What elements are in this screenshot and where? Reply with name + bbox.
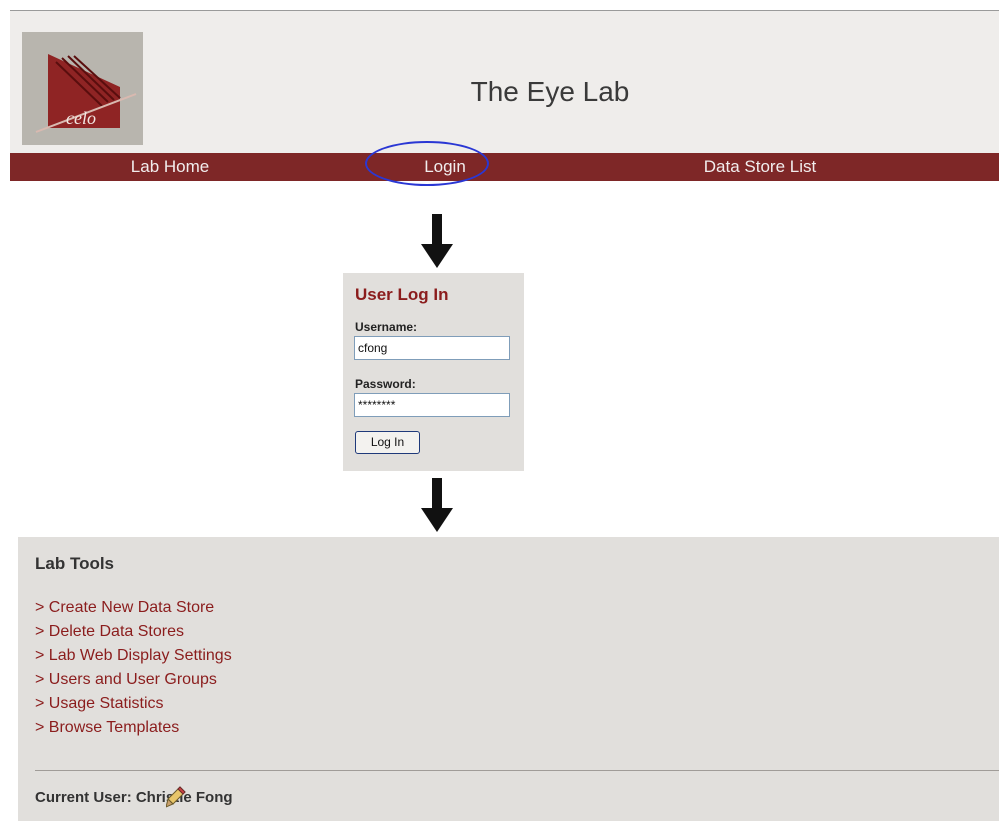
lab-tools-list: > Create New Data Store > Delete Data St… (35, 596, 232, 740)
lab-tools-title: Lab Tools (35, 554, 115, 573)
site-title: The Eye Lab (470, 76, 630, 107)
tool-browse-templates[interactable]: > Browse Templates (35, 716, 232, 740)
nav-lab-home[interactable]: Lab Home (80, 153, 260, 181)
tool-lab-web-display-settings[interactable]: > Lab Web Display Settings (35, 644, 232, 668)
username-field[interactable] (354, 336, 510, 360)
main-nav: Lab Home Login Data Store List (10, 153, 999, 181)
nav-login[interactable]: Login (355, 153, 535, 181)
tool-delete-data-stores[interactable]: > Delete Data Stores (35, 620, 232, 644)
down-arrow-icon (421, 214, 453, 268)
current-user-label: Current User: Christie Fong (35, 789, 233, 806)
pencil-icon[interactable] (166, 786, 186, 808)
password-label: Password: (355, 377, 416, 391)
lab-tools-panel: Lab Tools > Create New Data Store > Dele… (18, 537, 999, 821)
password-field[interactable] (354, 393, 510, 417)
log-in-button[interactable]: Log In (355, 431, 420, 454)
celo-logo[interactable]: celo (22, 32, 143, 145)
login-title: User Log In (355, 285, 449, 304)
divider (35, 770, 999, 771)
celo-logo-graphic: celo (22, 32, 143, 145)
username-label: Username: (355, 320, 418, 334)
login-form: User Log In Username: Password: Log In (343, 273, 524, 471)
nav-data-store-list[interactable]: Data Store List (630, 153, 890, 181)
tool-users-and-user-groups[interactable]: > Users and User Groups (35, 668, 232, 692)
tool-create-new-data-store[interactable]: > Create New Data Store (35, 596, 232, 620)
tool-usage-statistics[interactable]: > Usage Statistics (35, 692, 232, 716)
logo-text: celo (66, 108, 96, 128)
down-arrow-icon (421, 478, 453, 532)
